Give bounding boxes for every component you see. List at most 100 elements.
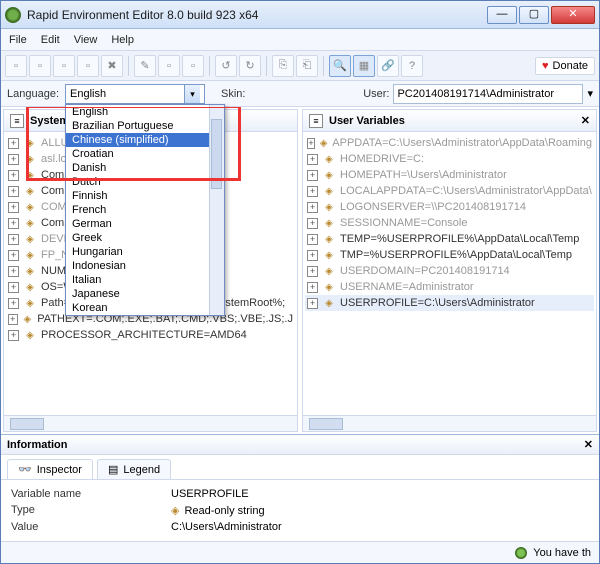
menu-view[interactable]: View [74,34,98,46]
expand-icon[interactable]: + [8,202,19,213]
tb-10[interactable]: ↻ [239,55,261,77]
expand-icon[interactable]: + [8,186,19,197]
expand-icon[interactable]: + [8,330,19,341]
tb-14[interactable]: ▦ [353,55,375,77]
language-option[interactable]: Chinese (simplified) [66,133,224,147]
chevron-down-icon[interactable]: ▾ [587,87,593,100]
tb-12[interactable]: ⎗ [296,55,318,77]
tree-node[interactable]: +◈APPDATA=C:\Users\Administrator\AppData… [305,135,594,151]
row-key: Value [11,521,171,533]
expand-icon[interactable]: + [307,186,318,197]
tb-6[interactable]: ✎ [134,55,156,77]
expand-icon[interactable]: + [307,234,318,245]
tag-icon: ◈ [322,280,336,294]
row-val: C:\Users\Administrator [171,521,282,533]
tab-inspector[interactable]: 👓 Inspector [7,459,93,479]
h-scrollbar[interactable] [4,415,297,431]
expand-icon[interactable]: + [307,154,318,165]
options-row: Language: English ▾ EnglishBrazilian Por… [1,81,599,107]
chevron-down-icon[interactable]: ▾ [184,85,200,103]
language-option[interactable]: Hungarian [66,245,224,259]
expand-icon[interactable]: + [307,282,318,293]
tree-node[interactable]: +◈LOCALAPPDATA=C:\Users\Administrator\Ap… [305,183,594,199]
close-icon[interactable]: ✕ [584,438,593,451]
tb-help[interactable]: ? [401,55,423,77]
expand-icon[interactable]: + [307,170,318,181]
donate-button[interactable]: ♥ Donate [535,57,595,75]
expand-icon[interactable]: + [8,314,18,325]
expand-icon[interactable]: + [307,138,315,149]
tb-4[interactable]: ▫ [77,55,99,77]
language-dropdown[interactable]: EnglishBrazilian PortugueseChinese (simp… [65,104,225,316]
tb-13[interactable]: 🔍 [329,55,351,77]
expand-icon[interactable]: + [307,218,318,229]
tree-node[interactable]: +◈SESSIONNAME=Console [305,215,594,231]
tb-7[interactable]: ▫ [158,55,180,77]
tag-icon: ◈ [319,136,328,150]
tb-9[interactable]: ↺ [215,55,237,77]
tree-node[interactable]: +◈USERNAME=Administrator [305,279,594,295]
expand-icon[interactable]: + [8,282,19,293]
expand-icon[interactable]: + [307,250,318,261]
language-option[interactable]: Danish [66,161,224,175]
tb-3[interactable]: ▫ [53,55,75,77]
tb-2[interactable]: ▫ [29,55,51,77]
h-scrollbar[interactable] [303,415,596,431]
tree-node[interactable]: +◈HOMEPATH=\Users\Administrator [305,167,594,183]
menu-file[interactable]: File [9,34,27,46]
tag-icon: ◈ [322,168,336,182]
expand-icon[interactable]: + [307,298,318,309]
expand-icon[interactable]: + [8,234,19,245]
titlebar[interactable]: Rapid Environment Editor 8.0 build 923 x… [1,1,599,29]
language-option[interactable]: Indonesian [66,259,224,273]
minimize-button[interactable]: — [487,6,517,24]
language-option[interactable]: Japanese [66,287,224,301]
language-option[interactable]: German [66,217,224,231]
tree-node[interactable]: +◈HOMEDRIVE=C: [305,151,594,167]
tree-node[interactable]: +◈TMP=%USERPROFILE%\AppData\Local\Temp [305,247,594,263]
expand-icon[interactable]: + [307,202,318,213]
language-option[interactable]: Korean [66,301,224,315]
language-option[interactable]: Italian [66,273,224,287]
tree-node[interactable]: +◈USERDOMAIN=PC201408191714 [305,263,594,279]
node-text: SESSIONNAME=Console [340,217,467,229]
language-combo[interactable]: English ▾ EnglishBrazilian PortugueseChi… [65,84,205,104]
tb-5[interactable]: ✖ [101,55,123,77]
user-tree[interactable]: +◈APPDATA=C:\Users\Administrator\AppData… [303,132,596,415]
tb-15[interactable]: 🔗 [377,55,399,77]
expand-icon[interactable]: + [307,266,318,277]
language-option[interactable]: Dutch [66,175,224,189]
language-option[interactable]: English [66,105,224,119]
dropdown-scrollbar[interactable] [209,105,224,315]
expand-icon[interactable]: + [8,154,19,165]
tree-node[interactable]: +◈USERPROFILE=C:\Users\Administrator [305,295,594,311]
menu-edit[interactable]: Edit [41,34,60,46]
tag-icon: ◈ [322,200,336,214]
language-option[interactable]: French [66,203,224,217]
tag-icon: ◈ [171,504,179,517]
language-option[interactable]: Greek [66,231,224,245]
expand-icon[interactable]: + [8,170,19,181]
maximize-button[interactable]: ▢ [519,6,549,24]
language-option[interactable]: Brazilian Portuguese [66,119,224,133]
user-field[interactable] [393,84,583,104]
expand-icon[interactable]: + [8,266,19,277]
expand-icon[interactable]: + [8,298,19,309]
tb-1[interactable]: ▫ [5,55,27,77]
node-text: PROCESSOR_ARCHITECTURE=AMD64 [41,329,247,341]
language-option[interactable]: Finnish [66,189,224,203]
language-option[interactable]: Croatian [66,147,224,161]
tb-8[interactable]: ▫ [182,55,204,77]
expand-icon[interactable]: + [8,250,19,261]
tb-11[interactable]: ⎘ [272,55,294,77]
expand-icon[interactable]: + [8,138,19,149]
tab-legend[interactable]: ▤ Legend [97,459,171,479]
close-button[interactable]: ✕ [551,6,595,24]
expand-icon[interactable]: + [8,218,19,229]
close-icon[interactable]: ✕ [581,114,590,127]
tree-node[interactable]: +◈TEMP=%USERPROFILE%\AppData\Local\Temp [305,231,594,247]
menu-help[interactable]: Help [111,34,134,46]
tag-icon: ◈ [23,296,37,310]
tree-node[interactable]: +◈PROCESSOR_ARCHITECTURE=AMD64 [6,327,295,343]
tree-node[interactable]: +◈LOGONSERVER=\\PC201408191714 [305,199,594,215]
